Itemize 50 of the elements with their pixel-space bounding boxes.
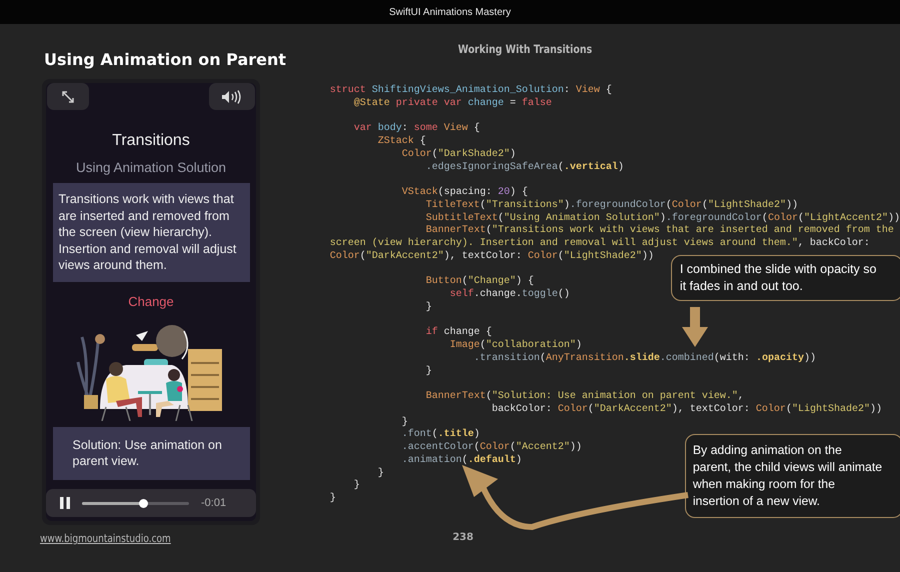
code-line: var body: some View {: [352, 123, 480, 136]
window-title: SwiftUI Animations Mastery: [389, 6, 511, 18]
code-line: BannerText("Transitions work with views that are inserted and removed from the: [424, 225, 894, 238]
code-line: .transition(AnyTransition.slide.combined(with: .opacity)): [472, 352, 816, 366]
code-line: .edgesIgnoringSafeArea(.vertical): [424, 162, 624, 174]
down-arrow: [682, 307, 708, 347]
code-line: VStack(spacing: 20) {: [400, 187, 528, 200]
callout-note: By adding animation on the parent, the child views will animate when making room for the insertion of a new view.: [684, 434, 900, 518]
time-remaining: -0:01: [201, 497, 226, 509]
code-line: ZStack {: [376, 136, 426, 148]
code-line: Color("DarkShade2"): [400, 148, 516, 162]
solution-banner: Solution: Use animation on parent view.: [52, 426, 250, 480]
code-line: }: [352, 480, 360, 493]
code-line: }: [400, 416, 408, 428]
code-line: .accentColor(Color("Accent2")): [400, 442, 582, 454]
section-heading: Working With Transitions: [458, 42, 593, 56]
code-line: backColor: Color("DarkAccent2"), textColor: Color("LightShade2")): [490, 404, 882, 416]
code-line: }: [376, 468, 384, 480]
code-line: BannerText("Solution: Use animation on parent view.",: [424, 391, 744, 404]
pause-button[interactable]: [60, 497, 70, 509]
slider-thumb[interactable]: [138, 498, 148, 508]
code-line: @State private var change = false: [352, 98, 552, 110]
code-line: SubtitleText("Using Animation Solution").foregroundColor(Color("LightAccent2")): [424, 212, 900, 224]
code-line: Button("Change") {: [424, 276, 534, 288]
code-line: }: [424, 366, 432, 378]
code-line: struct ShiftingViews_Animation_Solution: View {: [330, 85, 612, 98]
screen-subtitle: Using Animation Solution: [76, 160, 226, 175]
progress-slider[interactable]: [82, 502, 189, 504]
website-link[interactable]: www.bigmountainstudio.com: [40, 532, 171, 545]
code-line: self.change.toggle(): [448, 289, 570, 302]
code-line: }: [330, 493, 336, 506]
page-number: 238: [452, 532, 474, 543]
banner-text: Transitions work with views that are inserted and removed from the screen (view hierarchy). Insertion and removal will adjust views around them.: [52, 183, 250, 282]
expand-icon: [60, 88, 76, 104]
code-line: }: [424, 302, 432, 314]
code-line: Color("DarkAccent2"), textColor: Color("LightShade2")): [330, 250, 654, 264]
volume-button[interactable]: [209, 83, 255, 110]
code-line: screen (view hierarchy). Insertion and removal will adjust views around them.", backColor:: [330, 238, 870, 250]
screen-title: Transitions: [112, 132, 190, 150]
expand-button[interactable]: [47, 83, 89, 110]
pause-icon: [60, 497, 70, 509]
code-line: TitleText("Transitions").foregroundColor(Color("LightShade2")): [424, 200, 798, 212]
speaker-icon: [221, 90, 243, 104]
code-line: if change {: [424, 327, 492, 340]
code-line: .font(.title): [400, 429, 480, 442]
change-button[interactable]: Change: [124, 292, 178, 310]
code-line: Image("collaboration"): [448, 340, 582, 352]
page-heading: Using Animation on Parent: [44, 50, 288, 69]
callout-note: I combined the slide with opacity so it fades in and out too.: [670, 255, 900, 301]
code-line: .animation(.default): [400, 454, 522, 468]
